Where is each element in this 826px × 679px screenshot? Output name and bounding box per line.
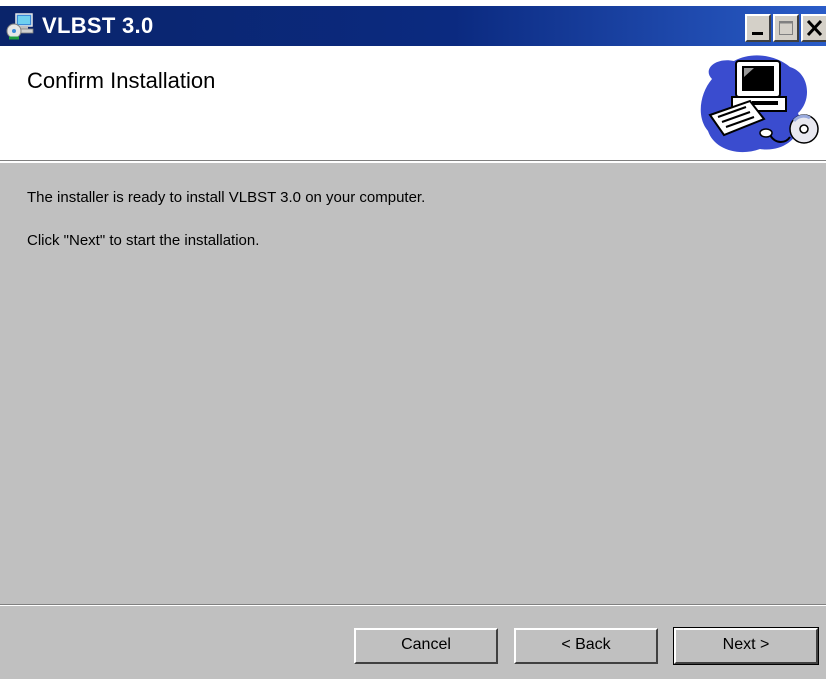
instruction-message: Click "Next" to start the installation.: [27, 232, 260, 249]
next-button[interactable]: Next >: [673, 627, 819, 665]
close-button[interactable]: [801, 14, 826, 42]
ready-message: The installer is ready to install VLBST …: [27, 189, 426, 206]
maximize-icon: [779, 21, 793, 35]
window-title: VLBST 3.0: [42, 13, 154, 38]
installer-icon: [6, 13, 34, 40]
dialog-header: Confirm Installation: [0, 46, 826, 160]
header-divider-highlight: [0, 161, 826, 163]
footer-divider-highlight: [0, 605, 826, 606]
maximize-button[interactable]: [773, 14, 799, 42]
cancel-button[interactable]: Cancel: [354, 628, 498, 664]
page-title: Confirm Installation: [27, 68, 216, 93]
back-button[interactable]: < Back: [514, 628, 658, 664]
minimize-icon: [752, 32, 763, 35]
computer-setup-illustration: [700, 55, 819, 153]
minimize-button[interactable]: [745, 14, 771, 42]
title-bar[interactable]: VLBST 3.0: [0, 6, 826, 46]
close-icon: [806, 19, 823, 37]
